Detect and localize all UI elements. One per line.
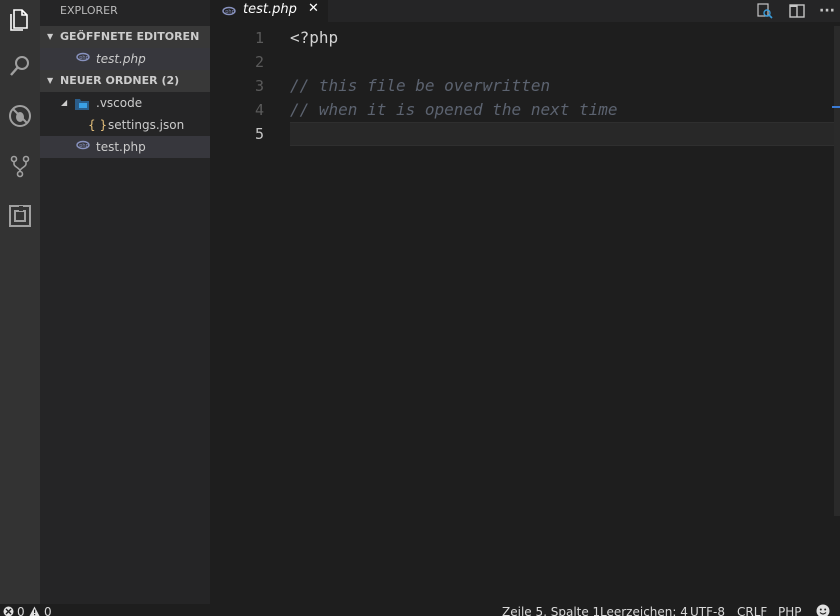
- activity-bar: [0, 0, 40, 604]
- chevron-down-icon: ◢: [61, 98, 68, 107]
- tab-bar: php test.php ✕ ···: [210, 0, 840, 22]
- debug-icon[interactable]: [0, 96, 40, 136]
- vertical-scrollbar[interactable]: [834, 26, 840, 516]
- tree-item-test-php[interactable]: php test.php: [40, 136, 210, 158]
- tree-item-settings-json[interactable]: { } settings.json: [40, 114, 210, 136]
- warning-icon[interactable]: [29, 604, 40, 616]
- split-editor-icon[interactable]: [786, 0, 808, 22]
- folder-header[interactable]: ▼ NEUER ORDNER (2): [40, 70, 210, 92]
- indentation[interactable]: Leerzeichen: 4: [600, 604, 688, 616]
- tree-item-label: test.php: [96, 140, 146, 154]
- svg-text:php: php: [79, 143, 89, 149]
- code-text: <?php: [290, 28, 339, 47]
- svg-text:php: php: [225, 9, 235, 15]
- open-editors-header[interactable]: ▼ GEÖFFNETE EDITOREN: [40, 26, 210, 48]
- extensions-icon[interactable]: [0, 196, 40, 236]
- line-number: 3: [254, 77, 264, 95]
- explorer-icon[interactable]: [0, 0, 40, 40]
- code-editor[interactable]: 1 <?php 2 3 // this file be overwritten …: [210, 26, 840, 604]
- code-line: 3 // this file be overwritten: [210, 74, 840, 98]
- chevron-down-icon: ▼: [47, 32, 54, 41]
- line-number: 1: [254, 29, 264, 47]
- open-changes-icon[interactable]: [754, 0, 776, 22]
- json-file-icon: { }: [88, 118, 108, 132]
- php-file-icon: php: [76, 48, 90, 70]
- warning-count[interactable]: 0: [44, 604, 52, 616]
- code-line-active: 5: [210, 122, 840, 146]
- chevron-down-icon: ▼: [47, 76, 54, 85]
- code-comment: // this file be overwritten: [290, 76, 551, 95]
- line-ending[interactable]: CRLF: [737, 604, 767, 616]
- code-line: 4 // when it is opened the next time: [210, 98, 840, 122]
- language-mode[interactable]: PHP: [778, 604, 802, 616]
- error-count[interactable]: 0: [17, 604, 25, 616]
- tab-test-php[interactable]: php test.php ✕: [210, 0, 328, 22]
- explorer-sidebar: EXPLORER ▼ GEÖFFNETE EDITOREN php test.p…: [40, 0, 210, 604]
- tree-item-label: .vscode: [96, 96, 143, 110]
- svg-text:php: php: [79, 55, 89, 61]
- more-actions-icon[interactable]: ···: [816, 0, 838, 22]
- line-number: 2: [254, 53, 264, 71]
- open-editor-label: test.php: [96, 52, 146, 66]
- scrollbar-marker: [832, 106, 840, 108]
- line-number: 5: [254, 125, 264, 143]
- code-comment: // when it is opened the next time: [290, 100, 618, 119]
- tree-item-vscode[interactable]: ◢ .vscode: [40, 92, 210, 114]
- line-number: 4: [254, 101, 264, 119]
- code-line: 1 <?php: [210, 26, 840, 50]
- close-icon[interactable]: ✕: [308, 1, 319, 16]
- tree-item-label: settings.json: [108, 118, 185, 132]
- encoding[interactable]: UTF-8: [690, 604, 725, 616]
- source-control-icon[interactable]: [0, 146, 40, 186]
- code-line: 2: [210, 50, 840, 74]
- search-icon[interactable]: [0, 46, 40, 86]
- sidebar-title: EXPLORER: [60, 4, 118, 17]
- php-file-icon: php: [76, 136, 90, 158]
- status-bar: 0 0 Zeile 5, Spalte 1 Leerzeichen: 4 UTF…: [0, 604, 840, 616]
- cursor-position[interactable]: Zeile 5, Spalte 1: [502, 604, 600, 616]
- php-file-icon: php: [222, 3, 236, 22]
- open-editor-item[interactable]: php test.php: [40, 48, 210, 70]
- feedback-smiley-icon[interactable]: [816, 604, 830, 616]
- error-icon[interactable]: [3, 604, 14, 616]
- tab-label: test.php: [243, 2, 297, 17]
